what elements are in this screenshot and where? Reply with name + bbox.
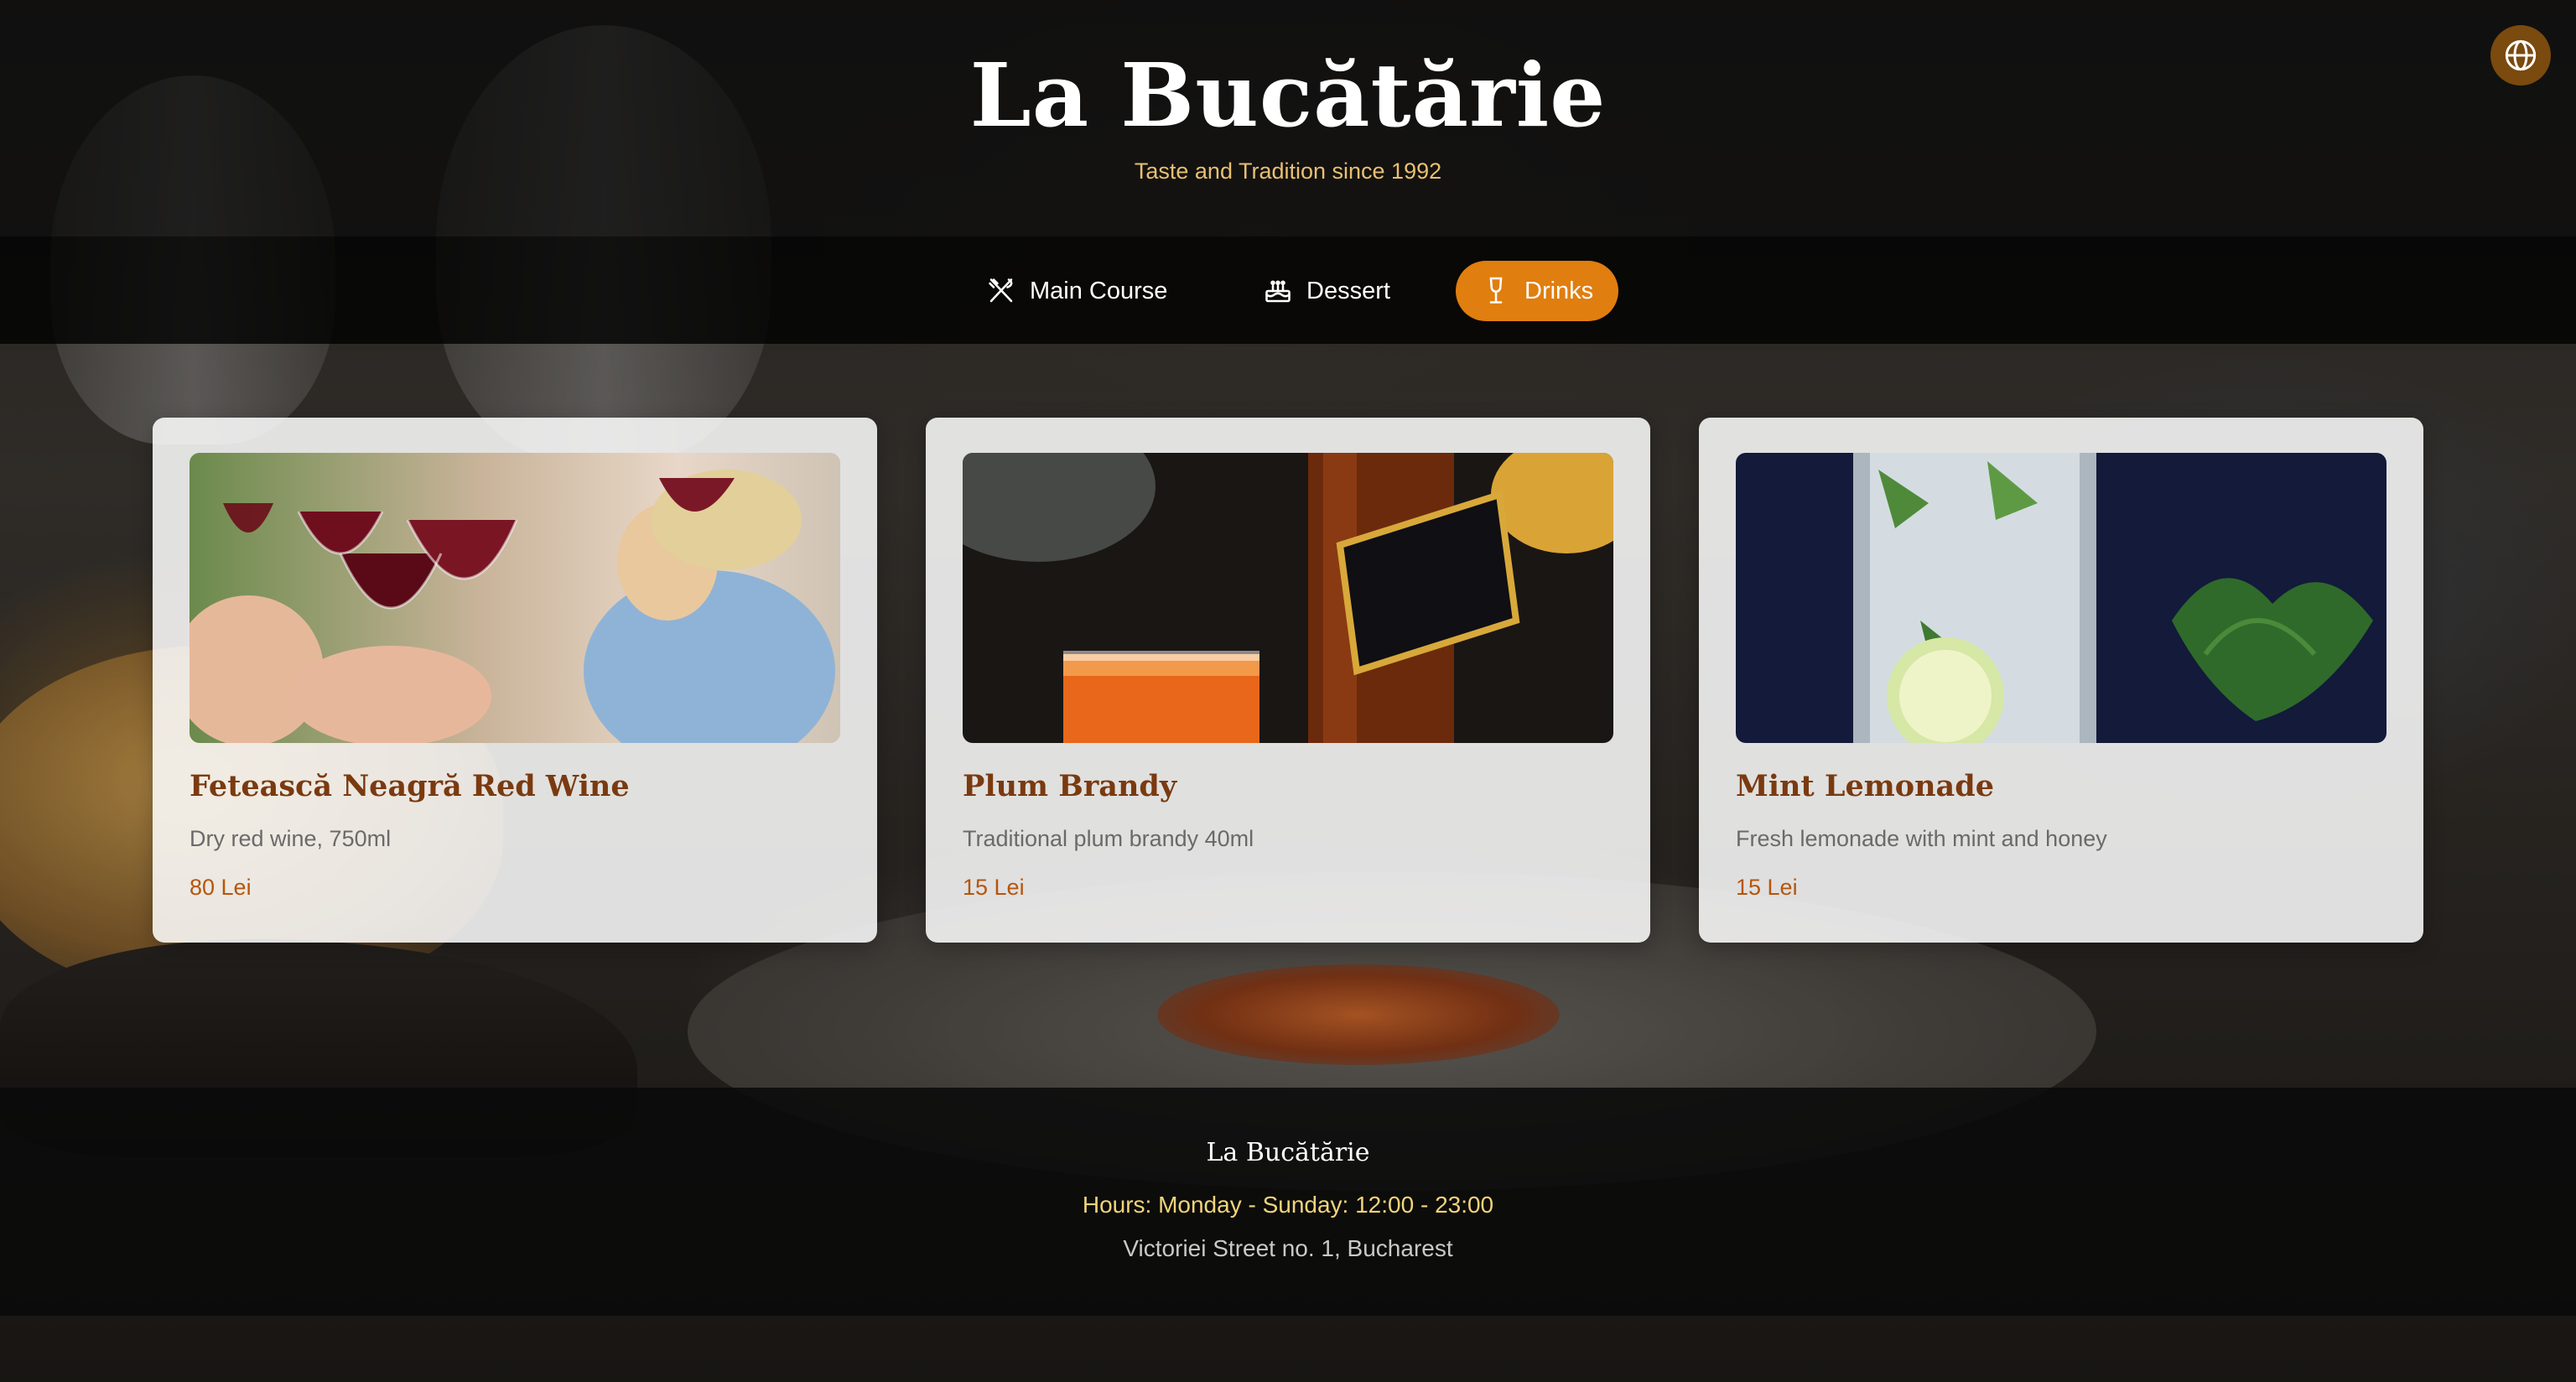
globe-icon <box>2505 39 2537 71</box>
tab-dessert-label: Dessert <box>1306 277 1390 304</box>
site-header: La Bucătărie Taste and Tradition since 1… <box>0 0 2576 236</box>
cake-icon <box>1265 280 1291 303</box>
tab-dessert[interactable]: Dessert <box>1238 261 1415 321</box>
menu-item-price: 15 Lei <box>963 875 1025 900</box>
utensils-crossed-icon <box>989 278 1013 303</box>
site-footer: La Bucătărie Hours: Monday - Sunday: 12:… <box>0 1088 2576 1316</box>
menu-item-image <box>1736 453 2386 743</box>
menu-item-image <box>190 453 840 743</box>
tab-main-course[interactable]: Main Course <box>961 261 1192 321</box>
menu-category-nav: Main Course Dessert Drinks <box>0 236 2576 344</box>
menu-item-description: Fresh lemonade with mint and honey <box>1736 826 2107 851</box>
footer-opening-hours: Hours: Monday - Sunday: 12:00 - 23:00 <box>1082 1192 1494 1218</box>
restaurant-title: La Bucătărie <box>969 44 1607 147</box>
menu-item-card[interactable]: Plum Brandy Traditional plum brandy 40ml… <box>926 418 1650 943</box>
restaurant-tagline: Taste and Tradition since 1992 <box>1134 158 1442 184</box>
menu-item-price: 80 Lei <box>190 875 252 900</box>
menu-item-price: 15 Lei <box>1736 875 1798 900</box>
tab-drinks[interactable]: Drinks <box>1456 261 1619 321</box>
menu-item-name: Plum Brandy <box>963 769 1177 803</box>
tab-main-course-label: Main Course <box>1030 277 1168 304</box>
menu-item-image <box>963 453 1613 743</box>
footer-address: Victoriei Street no. 1, Bucharest <box>1123 1235 1453 1261</box>
menu-item-description: Dry red wine, 750ml <box>190 826 392 851</box>
language-button[interactable] <box>2490 25 2551 86</box>
wine-glass-icon <box>1489 277 1503 304</box>
menu-item-description: Traditional plum brandy 40ml <box>963 826 1254 851</box>
menu-item-card[interactable]: Fetească Neagră Red Wine Dry red wine, 7… <box>153 418 877 943</box>
tab-drinks-label: Drinks <box>1524 277 1594 304</box>
footer-restaurant-name: La Bucătărie <box>1206 1138 1370 1167</box>
menu-item-name: Mint Lemonade <box>1736 769 1994 803</box>
menu-item-name: Fetească Neagră Red Wine <box>190 769 630 803</box>
menu-item-card[interactable]: Mint Lemonade Fresh lemonade with mint a… <box>1699 418 2423 943</box>
